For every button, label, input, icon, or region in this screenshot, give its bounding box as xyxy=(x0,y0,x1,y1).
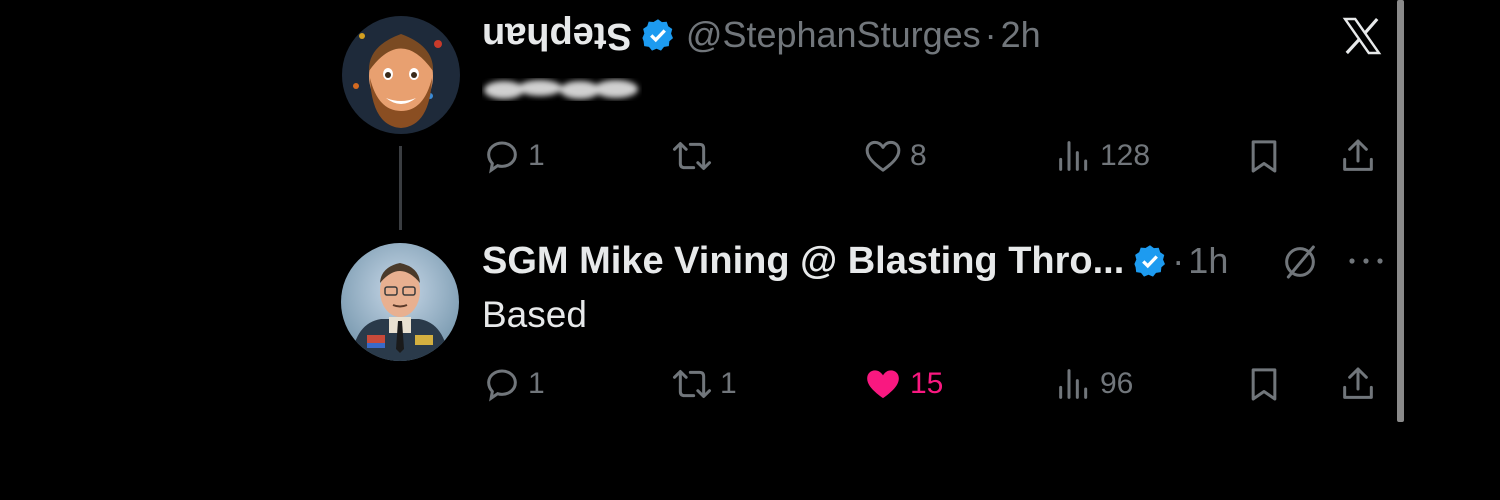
bookmark-button[interactable] xyxy=(1244,133,1284,179)
reply-count: 1 xyxy=(528,367,545,400)
tweet-header: Stephan @StephanSturges · 2h xyxy=(482,12,1041,58)
reply-icon xyxy=(487,369,517,402)
retweet-button[interactable]: 1 xyxy=(670,361,737,407)
reply-count: 1 xyxy=(528,139,545,172)
like-button[interactable]: 15 xyxy=(862,361,943,407)
retweet-icon xyxy=(673,370,711,398)
avatar[interactable] xyxy=(342,16,460,134)
separator-dot: · xyxy=(984,14,997,55)
share-button[interactable] xyxy=(1338,133,1378,179)
display-name[interactable]: Stephan xyxy=(482,14,632,57)
views-button[interactable]: 128 xyxy=(1054,133,1150,179)
share-icon xyxy=(1343,367,1373,399)
display-name[interactable]: SGM Mike Vining @ Blasting Thro... xyxy=(482,240,1124,283)
views-count: 128 xyxy=(1100,139,1151,172)
verified-badge-icon xyxy=(642,19,673,51)
user-handle[interactable]: @StephanSturges xyxy=(686,14,981,56)
views-icon xyxy=(1059,141,1088,171)
share-button[interactable] xyxy=(1338,361,1378,407)
heart-filled-icon xyxy=(867,370,899,399)
views-count: 96 xyxy=(1100,367,1134,400)
redacted-tweet-text xyxy=(484,80,638,99)
timestamp[interactable]: 2h xyxy=(1001,14,1041,56)
retweet-count: 1 xyxy=(720,367,737,400)
views-icon xyxy=(1059,369,1088,399)
bookmark-icon xyxy=(1251,140,1277,173)
reply-button[interactable]: 1 xyxy=(482,361,545,407)
x-logo-icon[interactable] xyxy=(1338,12,1386,60)
tweet-actions: 1 1 15 96 xyxy=(482,361,1392,407)
thread-connector-line xyxy=(399,146,402,230)
timestamp[interactable]: 1h xyxy=(1188,240,1228,282)
retweet-icon xyxy=(673,142,711,170)
like-count: 15 xyxy=(910,367,944,400)
tweet-text: Based xyxy=(482,294,587,335)
views-button[interactable]: 96 xyxy=(1054,361,1133,407)
retweet-button[interactable] xyxy=(670,133,720,179)
grok-icon[interactable] xyxy=(1280,242,1320,282)
bookmark-button[interactable] xyxy=(1244,361,1284,407)
heart-icon xyxy=(865,140,901,172)
share-icon xyxy=(1343,139,1373,171)
more-options-icon[interactable] xyxy=(1346,254,1386,268)
like-button[interactable]: 8 xyxy=(862,133,927,179)
separator-dot: · xyxy=(1172,240,1185,281)
like-count: 8 xyxy=(910,139,927,172)
tweet-actions: 1 8 128 xyxy=(482,133,1392,179)
reply-icon xyxy=(487,141,517,174)
avatar[interactable] xyxy=(341,243,459,361)
bookmark-icon xyxy=(1251,368,1277,401)
verified-badge-icon xyxy=(1134,245,1166,277)
reply-button[interactable]: 1 xyxy=(482,133,545,179)
scrollbar[interactable] xyxy=(1397,0,1404,422)
tweet-header: SGM Mike Vining @ Blasting Thro... · 1h xyxy=(482,238,1228,284)
